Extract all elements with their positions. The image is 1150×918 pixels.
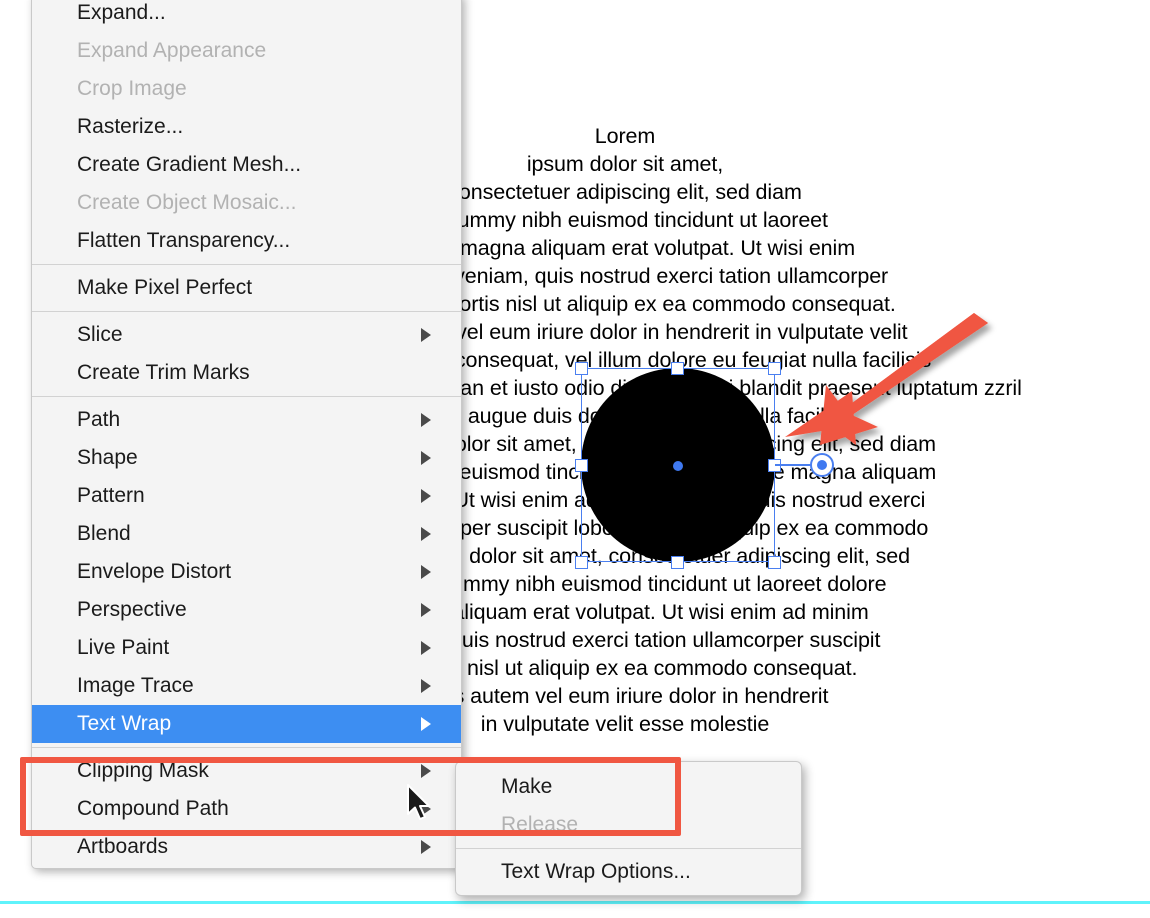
menu-item-label: Create Trim Marks [77,361,250,384]
chevron-right-icon [421,679,431,693]
menu-item-create-gradient-mesh[interactable]: Create Gradient Mesh... [32,146,461,184]
menu-item-label: Shape [77,446,138,469]
submenu-separator [456,848,801,849]
menu-item-label: Artboards [77,835,169,858]
menu-item-perspective[interactable]: Perspective [32,591,461,629]
chevron-right-icon [421,451,431,465]
menu-item-crop-image: Crop Image [32,70,461,108]
chevron-right-icon [421,489,431,503]
artboard-guide-bottom [0,901,1150,904]
menu-item-label: Flatten Transparency... [77,229,291,252]
menu-item-create-trim-marks[interactable]: Create Trim Marks [32,354,461,392]
menu-item-image-trace[interactable]: Image Trace [32,667,461,705]
menu-item-label: Live Paint [77,636,170,659]
menu-item-label: Create Object Mosaic... [77,191,297,214]
menu-item-slice[interactable]: Slice [32,316,461,354]
chevron-right-icon [421,527,431,541]
menu-separator [32,311,461,312]
chevron-right-icon [421,840,431,854]
menu-item-live-paint[interactable]: Live Paint [32,629,461,667]
menu-item-envelope-distort[interactable]: Envelope Distort [32,553,461,591]
selection-handle-top-center[interactable] [671,362,684,375]
menu-separator [32,264,461,265]
chevron-right-icon [421,565,431,579]
annotation-arrow-icon [785,313,988,445]
selection-handle-bottom-center[interactable] [671,556,684,569]
selection-handle-middle-left[interactable] [575,459,588,472]
menu-item-make-pixel-perfect[interactable]: Make Pixel Perfect [32,269,461,307]
menu-item-label: Slice [77,323,123,346]
menu-item-pattern[interactable]: Pattern [32,477,461,515]
chevron-right-icon [421,641,431,655]
menu-item-label: Expand... [77,1,166,24]
menu-item-label: Envelope Distort [77,560,232,583]
menu-item-label: Text Wrap [77,712,172,735]
menu-item-label: Path [77,408,121,431]
mouse-cursor-icon [407,784,430,820]
shape-center-point [673,461,683,471]
menu-item-label: Perspective [77,598,187,621]
selection-handle-top-left[interactable] [575,362,588,375]
menu-item-label: Rasterize... [77,115,184,138]
chevron-right-icon [421,413,431,427]
menu-item-blend[interactable]: Blend [32,515,461,553]
annotation-highlight-box [20,757,681,836]
menu-item-shape[interactable]: Shape [32,439,461,477]
menu-item-label: Expand Appearance [77,39,267,62]
context-menu[interactable]: Expand... Expand Appearance Crop Image Rast… [31,0,462,869]
selection-handle-bottom-right[interactable] [768,556,781,569]
chevron-right-icon [421,717,431,731]
menu-item-rasterize[interactable]: Rasterize... [32,108,461,146]
menu-item-label: Blend [77,522,131,545]
menu-item-label: Create Gradient Mesh... [77,153,302,176]
menu-item-label: Crop Image [77,77,187,100]
chevron-right-icon [421,328,431,342]
chevron-right-icon [421,603,431,617]
menu-item-expand-appearance: Expand Appearance [32,32,461,70]
menu-separator [32,396,461,397]
menu-item-label: Image Trace [77,674,194,697]
selection-handle-bottom-left[interactable] [575,556,588,569]
menu-item-create-object-mosaic: Create Object Mosaic... [32,184,461,222]
submenu-item-label: Text Wrap Options... [501,860,691,883]
menu-item-path[interactable]: Path [32,401,461,439]
menu-item-label: Make Pixel Perfect [77,276,253,299]
menu-item-flatten-transparency[interactable]: Flatten Transparency... [32,222,461,260]
menu-item-label: Pattern [77,484,145,507]
submenu-item-text-wrap-options[interactable]: Text Wrap Options... [456,853,801,891]
menu-item-text-wrap[interactable]: Text Wrap [32,705,461,743]
menu-separator [32,747,461,748]
menu-item-expand[interactable]: Expand... [32,0,461,32]
